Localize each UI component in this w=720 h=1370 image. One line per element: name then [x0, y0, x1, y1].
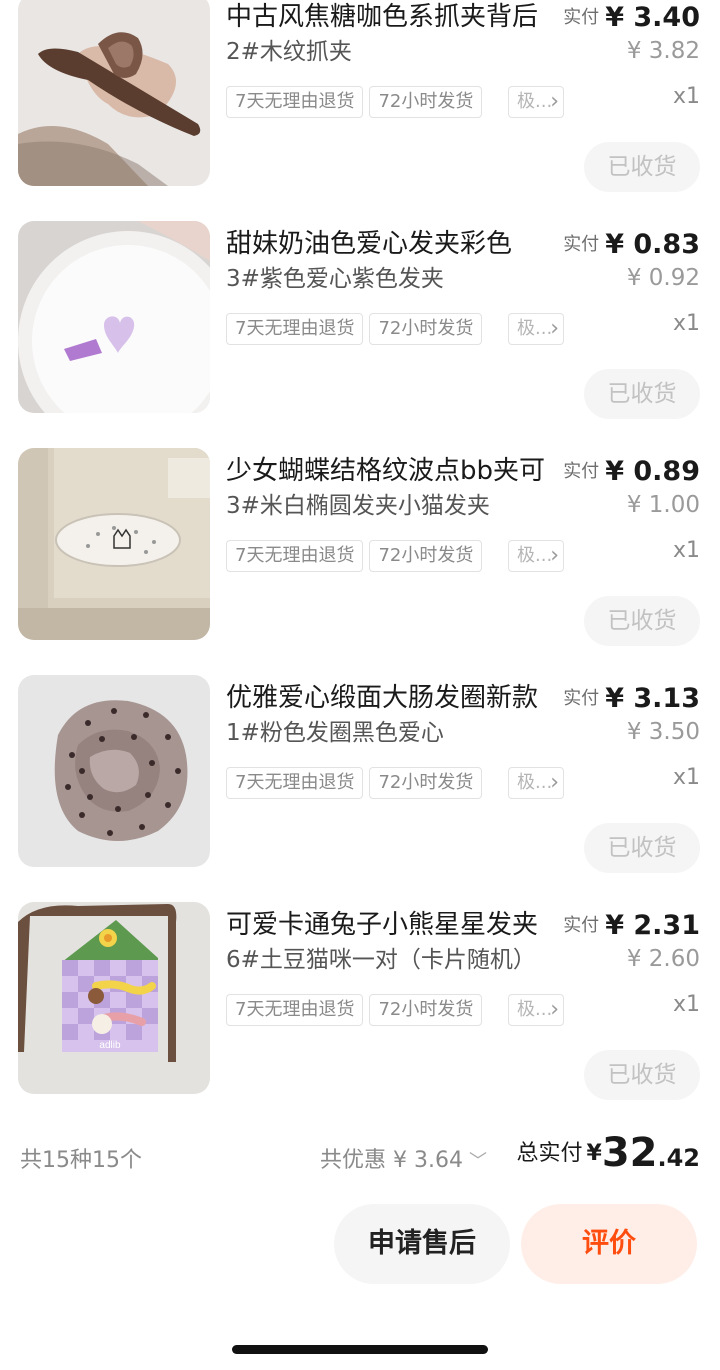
heart-clip-image	[18, 221, 210, 413]
order-item[interactable]: 甜妹奶油色爱心发夹彩色 3#紫色爱心紫色发夹 7天无理由退货 72小时发货 极..…	[0, 221, 720, 448]
service-tag: 7天无理由退货	[226, 540, 364, 572]
total-paid: 总实付 ¥32.42	[516, 1130, 700, 1176]
paid-value: ¥ 3.13	[605, 683, 700, 714]
more-tags-label: 极...	[517, 772, 553, 793]
quantity: x1	[672, 538, 700, 563]
more-tags[interactable]: 极... ›	[508, 540, 564, 572]
hair-claw-image	[18, 0, 210, 186]
more-tags[interactable]: 极... ›	[508, 313, 564, 345]
review-button[interactable]: 评价	[521, 1204, 697, 1284]
product-sku: 6#土豆猫咪一对（卡片随机）	[226, 947, 536, 973]
total-count: 共15种15个	[20, 1148, 142, 1173]
product-title[interactable]: 中古风焦糖咖色系抓夹背后	[226, 0, 566, 34]
chevron-right-icon: ›	[550, 770, 559, 795]
product-thumbnail[interactable]	[18, 0, 210, 186]
service-tag: 72小时发货	[369, 313, 483, 345]
discount-toggle[interactable]: 共优惠 ¥ 3.64 ﹀	[320, 1142, 487, 1174]
card-brand-text: adlib	[99, 1040, 121, 1051]
service-tag: 72小时发货	[369, 86, 483, 118]
service-tag: 72小时发货	[369, 994, 483, 1026]
paid-label: 实付	[563, 7, 600, 28]
service-tag: 7天无理由退货	[226, 994, 364, 1026]
after-sale-button[interactable]: 申请售后	[334, 1204, 510, 1284]
product-title[interactable]: 可爱卡通兔子小熊星星发夹	[226, 908, 566, 942]
product-sku: 2#木纹抓夹	[226, 39, 352, 65]
paid-label: 实付	[563, 234, 600, 255]
product-title[interactable]: 甜妹奶油色爱心发夹彩色	[226, 227, 566, 261]
oval-cat-clip-image	[18, 448, 210, 640]
product-thumbnail[interactable]: adlib	[18, 902, 210, 1094]
service-tag: 7天无理由退货	[226, 767, 364, 799]
paid-value: ¥ 0.83	[605, 229, 700, 260]
received-button[interactable]: 已收货	[584, 1050, 700, 1100]
received-button[interactable]: 已收货	[584, 369, 700, 419]
paid-price: 实付 ¥ 3.13	[563, 683, 700, 714]
quantity: x1	[672, 765, 700, 790]
home-indicator[interactable]	[232, 1345, 488, 1354]
product-title[interactable]: 少女蝴蝶结格纹波点bb夹可	[226, 454, 566, 488]
more-tags-label: 极...	[517, 999, 553, 1020]
original-price: ¥ 1.00	[626, 492, 700, 518]
service-tag: 72小时发货	[369, 540, 483, 572]
original-price: ¥ 2.60	[626, 946, 700, 972]
order-summary: 共15种15个 共优惠 ¥ 3.64 ﹀ 总实付 ¥32.42	[0, 1130, 720, 1186]
original-price: ¥ 3.82	[626, 38, 700, 64]
product-thumbnail[interactable]	[18, 675, 210, 867]
discount-text: 共优惠 ¥ 3.64	[320, 1148, 463, 1173]
paid-price: 实付 ¥ 0.83	[563, 229, 700, 260]
product-sku: 1#粉色发圈黑色爱心	[226, 720, 444, 746]
paid-price: 实付 ¥ 2.31	[563, 910, 700, 941]
order-item[interactable]: 少女蝴蝶结格纹波点bb夹可 3#米白椭圆发夹小猫发夹 7天无理由退货 72小时发货…	[0, 448, 720, 675]
product-title[interactable]: 优雅爱心缎面大肠发圈新款	[226, 681, 566, 715]
order-item[interactable]: 优雅爱心缎面大肠发圈新款 1#粉色发圈黑色爱心 7天无理由退货 72小时发货 极.…	[0, 675, 720, 902]
total-paid-label: 总实付	[516, 1141, 583, 1166]
received-button[interactable]: 已收货	[584, 823, 700, 873]
total-paid-decimal: .42	[657, 1144, 700, 1172]
total-paid-currency: ¥	[586, 1141, 602, 1166]
quantity: x1	[672, 992, 700, 1017]
more-tags-label: 极...	[517, 91, 553, 112]
paid-price: 实付 ¥ 3.40	[563, 2, 700, 33]
more-tags-label: 极...	[517, 545, 553, 566]
more-tags[interactable]: 极... ›	[508, 86, 564, 118]
original-price: ¥ 0.92	[626, 265, 700, 291]
quantity: x1	[672, 311, 700, 336]
received-button[interactable]: 已收货	[584, 596, 700, 646]
paid-value: ¥ 3.40	[605, 2, 700, 33]
received-button[interactable]: 已收货	[584, 142, 700, 192]
paid-label: 实付	[563, 915, 600, 936]
paid-value: ¥ 2.31	[605, 910, 700, 941]
chevron-down-icon: ﹀	[468, 1151, 487, 1172]
service-tag: 72小时发货	[369, 767, 483, 799]
quantity: x1	[672, 84, 700, 109]
paid-label: 实付	[563, 461, 600, 482]
total-paid-integer: 32	[601, 1130, 658, 1176]
original-price: ¥ 3.50	[626, 719, 700, 745]
paid-value: ¥ 0.89	[605, 456, 700, 487]
order-item[interactable]: adlib 可爱卡通兔子小熊星星发夹 6#土豆猫咪一对（卡片随机） 7天无理由退…	[0, 902, 720, 1129]
chevron-right-icon: ›	[550, 316, 559, 341]
chevron-right-icon: ›	[550, 997, 559, 1022]
more-tags-label: 极...	[517, 318, 553, 339]
product-sku: 3#紫色爱心紫色发夹	[226, 266, 444, 292]
product-thumbnail[interactable]	[18, 221, 210, 413]
scrunchie-image	[18, 675, 210, 867]
service-tag: 7天无理由退货	[226, 86, 364, 118]
order-item[interactable]: 中古风焦糖咖色系抓夹背后 2#木纹抓夹 7天无理由退货 72小时发货 极... › …	[0, 0, 720, 221]
more-tags[interactable]: 极... ›	[508, 994, 564, 1026]
product-thumbnail[interactable]	[18, 448, 210, 640]
product-sku: 3#米白椭圆发夹小猫发夹	[226, 493, 490, 519]
chevron-right-icon: ›	[550, 89, 559, 114]
cartoon-clips-card-image: adlib	[18, 902, 210, 1094]
paid-label: 实付	[563, 688, 600, 709]
chevron-right-icon: ›	[550, 543, 559, 568]
paid-price: 实付 ¥ 0.89	[563, 456, 700, 487]
more-tags[interactable]: 极... ›	[508, 767, 564, 799]
service-tag: 7天无理由退货	[226, 313, 364, 345]
